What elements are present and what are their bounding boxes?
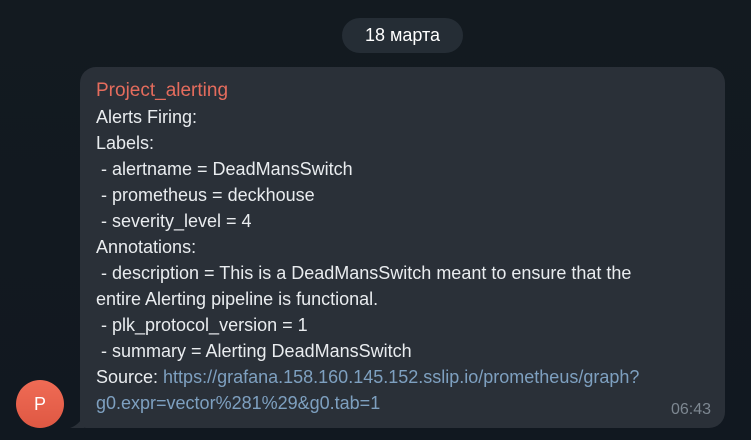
source-label: Source: xyxy=(96,367,164,387)
message-bubble[interactable]: Project_alerting Alerts Firing: Labels: … xyxy=(80,67,725,428)
message-line: Alerts Firing: xyxy=(96,107,198,127)
message-line: - plk_protocol_version = 1 xyxy=(96,315,308,335)
message-body: Alerts Firing: Labels: - alertname = Dea… xyxy=(96,104,709,416)
message-line: - summary = Alerting DeadMansSwitch xyxy=(96,341,412,361)
message-line: Labels: xyxy=(96,133,155,153)
chat-view: 18 марта Project_alerting Alerts Firing:… xyxy=(0,0,751,440)
message-line: - severity_level = 4 xyxy=(96,211,252,231)
source-line: Source: https://grafana.158.160.145.152.… xyxy=(96,364,709,416)
sender-avatar[interactable]: P xyxy=(16,380,64,428)
source-link-part2[interactable]: g0.expr=vector%281%29&g0.tab=1 xyxy=(96,393,380,413)
sender-name[interactable]: Project_alerting xyxy=(96,78,709,104)
message-line: - description = This is a DeadMansSwitch… xyxy=(96,263,632,283)
message-time: 06:43 xyxy=(670,401,711,418)
message-line: Annotations: xyxy=(96,237,197,257)
source-link[interactable]: https://grafana.158.160.145.152.sslip.io… xyxy=(96,367,639,413)
date-separator: 18 марта xyxy=(342,18,463,53)
message-line: - alertname = DeadMansSwitch xyxy=(96,159,353,179)
message-line: entire Alerting pipeline is functional. xyxy=(96,289,379,309)
message-line: - prometheus = deckhouse xyxy=(96,185,315,205)
source-link-part1[interactable]: https://grafana.158.160.145.152.sslip.io… xyxy=(163,367,639,387)
